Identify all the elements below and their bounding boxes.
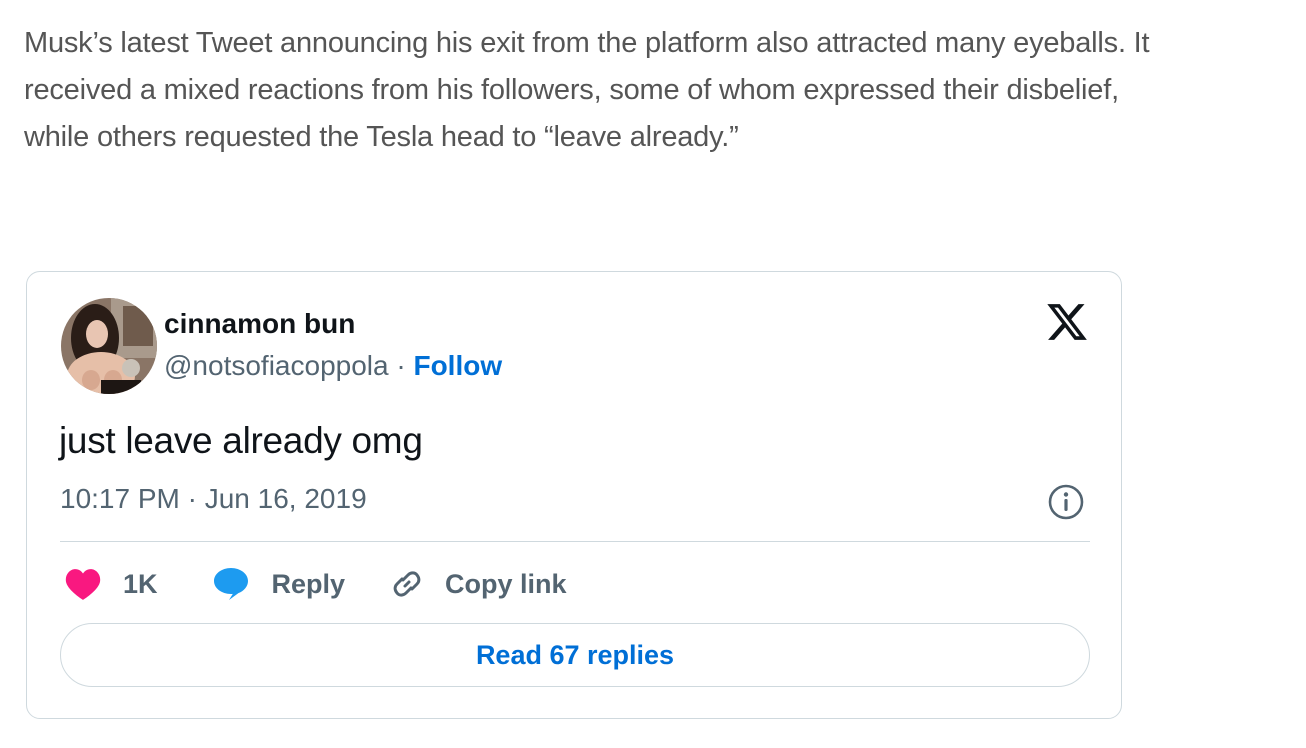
separator: ·	[388, 350, 414, 381]
display-name[interactable]: cinnamon bun	[164, 308, 355, 340]
article-paragraph: Musk’s latest Tweet announcing his exit …	[24, 20, 1304, 161]
handle[interactable]: @notsofiacoppola	[164, 350, 389, 381]
handle-row: @notsofiacoppola · Follow	[164, 350, 502, 382]
tweet-text: just leave already omg	[59, 420, 423, 461]
like-button[interactable]: 1K	[65, 567, 158, 601]
copy-link-label: Copy link	[445, 568, 567, 599]
like-count: 1K	[123, 568, 158, 599]
reply-label: Reply	[271, 568, 346, 599]
timestamp[interactable]: 10:17 PM · Jun 16, 2019	[60, 483, 367, 515]
article-line: while others requested the Tesla head to…	[24, 121, 739, 153]
read-replies-button[interactable]: Read 67 replies	[60, 623, 1090, 687]
divider	[60, 541, 1090, 542]
article-line: Musk’s latest Tweet announcing his exit …	[24, 27, 1150, 59]
heart-icon	[65, 569, 101, 600]
info-icon[interactable]	[1047, 483, 1085, 521]
link-icon	[393, 571, 421, 597]
action-bar: 1K Reply Copy link	[65, 564, 567, 604]
follow-link[interactable]: Follow	[413, 350, 502, 381]
x-logo-icon[interactable]	[1045, 300, 1089, 344]
speech-bubble-icon	[213, 568, 248, 600]
embedded-tweet-card: cinnamon bun @notsofiacoppola · Follow j…	[26, 271, 1122, 719]
reply-button[interactable]: Reply	[212, 566, 346, 602]
avatar[interactable]	[61, 298, 157, 394]
copy-link-button[interactable]: Copy link	[389, 566, 567, 602]
article-line: received a mixed reactions from his foll…	[24, 74, 1119, 106]
